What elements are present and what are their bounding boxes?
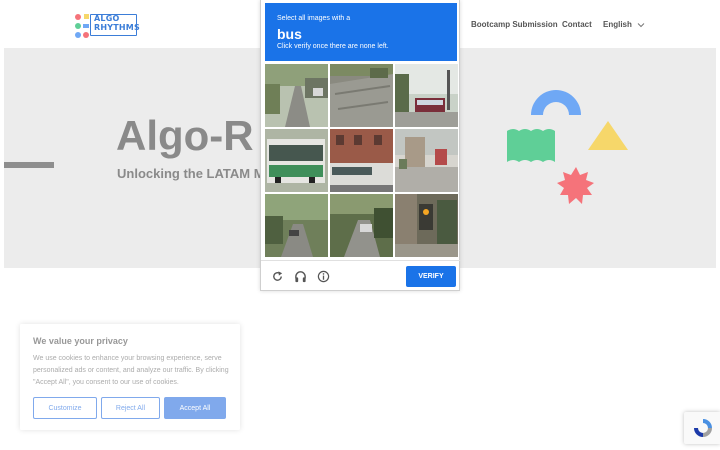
captcha-tile-1[interactable] bbox=[265, 64, 328, 127]
captcha-tile-4[interactable] bbox=[265, 129, 328, 192]
accept-all-button[interactable]: Accept All bbox=[164, 397, 226, 419]
info-icon[interactable] bbox=[317, 270, 330, 283]
captcha-tile-7[interactable] bbox=[265, 194, 328, 257]
reload-icon[interactable] bbox=[271, 270, 284, 283]
nav-language-label: English bbox=[603, 20, 632, 29]
hero-dash-decoration bbox=[4, 162, 54, 168]
hero-shapes-illustration bbox=[507, 90, 628, 204]
captcha-tile-9[interactable] bbox=[395, 194, 458, 257]
page: ALGO RHYTHMS Bootcamp Submission Contact… bbox=[0, 0, 720, 450]
hero-subtitle: Unlocking the LATAM M bbox=[117, 166, 265, 181]
green-wave-shape bbox=[507, 129, 555, 162]
recaptcha-logo-icon bbox=[694, 419, 712, 437]
logo-text-line1: ALGO bbox=[94, 14, 120, 23]
captcha-footer: VERIFY bbox=[261, 260, 461, 291]
captcha-tile-2[interactable] bbox=[330, 64, 393, 127]
captcha-tile-3[interactable] bbox=[395, 64, 458, 127]
cookie-description: We use cookies to enhance your browsing … bbox=[33, 355, 229, 386]
logo-text-line2: RHYTHMS bbox=[94, 23, 140, 32]
reject-all-button[interactable]: Reject All bbox=[101, 397, 160, 419]
nav-bootcamp-submission[interactable]: Bootcamp Submission bbox=[471, 20, 558, 29]
captcha-tile-8[interactable] bbox=[330, 194, 393, 257]
nav-contact[interactable]: Contact bbox=[562, 20, 592, 29]
captcha-instruction: Select all images with a bbox=[277, 15, 351, 22]
customize-button[interactable]: Customize bbox=[33, 397, 97, 419]
logo-text[interactable]: ALGO RHYTHMS bbox=[94, 14, 140, 32]
red-starburst-shape bbox=[557, 167, 594, 204]
audio-icon[interactable] bbox=[294, 270, 307, 283]
cookie-consent-banner: We value your privacy We use cookies to … bbox=[20, 324, 240, 430]
hero-title: Algo-R bbox=[116, 112, 254, 159]
captcha-header: Select all images with a bus Click verif… bbox=[265, 3, 457, 61]
cookie-title: We value your privacy bbox=[33, 336, 128, 346]
nav-language[interactable]: English bbox=[603, 20, 645, 29]
captcha-tile-6[interactable] bbox=[395, 129, 458, 192]
captcha-tile-5[interactable] bbox=[330, 129, 393, 192]
yellow-triangle-shape bbox=[588, 121, 628, 150]
captcha-target: bus bbox=[277, 26, 302, 42]
captcha-hint: Click verify once there are none left. bbox=[277, 43, 389, 50]
verify-button[interactable]: VERIFY bbox=[406, 266, 456, 287]
chevron-down-icon bbox=[637, 23, 645, 28]
captcha-challenge: Select all images with a bus Click verif… bbox=[260, 0, 461, 291]
blue-arch-shape bbox=[531, 90, 581, 115]
recaptcha-badge[interactable] bbox=[684, 412, 720, 444]
